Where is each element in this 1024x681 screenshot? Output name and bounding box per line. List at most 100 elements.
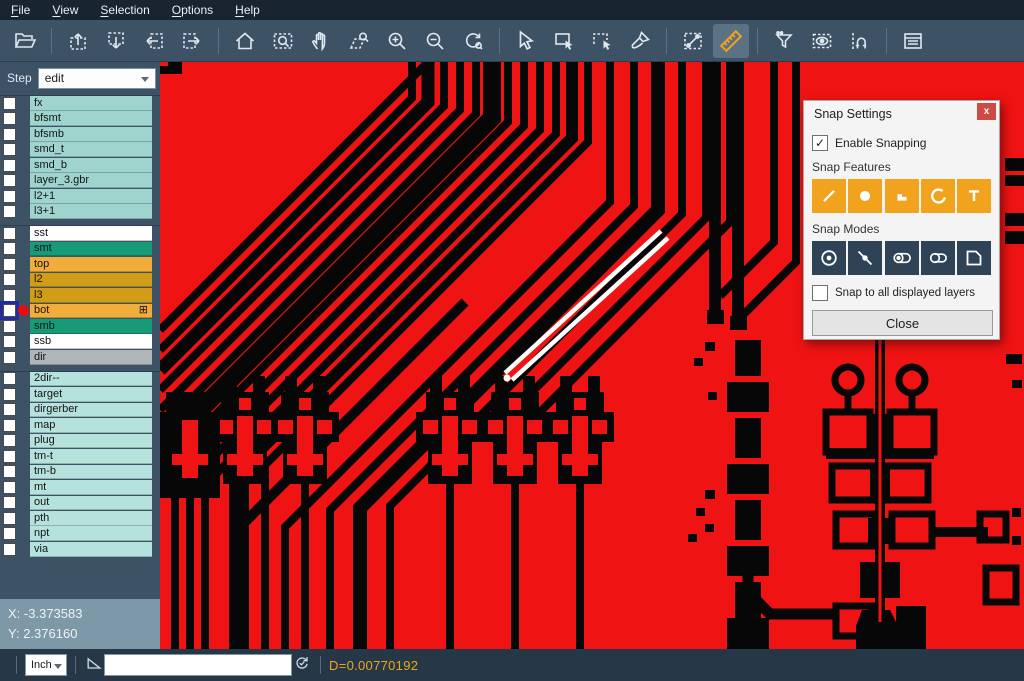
layer-visibility-checkbox[interactable]: [3, 258, 16, 271]
move-down-button[interactable]: [98, 24, 134, 58]
layer-visibility-checkbox[interactable]: [3, 403, 16, 416]
unit-select[interactable]: Inch: [25, 654, 67, 676]
layer-row-target[interactable]: target: [0, 387, 160, 402]
snap-all-layers-checkbox[interactable]: [812, 285, 828, 301]
filter-button[interactable]: [766, 24, 802, 58]
snap-mode-profile-button[interactable]: [957, 241, 991, 275]
layer-row-l2+1[interactable]: l2+1: [0, 189, 160, 204]
layer-visibility-checkbox[interactable]: [3, 97, 16, 110]
layer-row-l2[interactable]: l2: [0, 273, 160, 288]
menu-item-file[interactable]: File: [0, 0, 41, 20]
dialog-titlebar[interactable]: Snap Settings x: [804, 101, 999, 127]
snap-feature-text-button[interactable]: [957, 179, 991, 213]
layer-visibility-checkbox[interactable]: [3, 543, 16, 556]
layer-name[interactable]: fx: [30, 96, 152, 111]
move-left-button[interactable]: [136, 24, 172, 58]
pan-hand-button[interactable]: [303, 24, 339, 58]
layer-name[interactable]: dir: [30, 350, 152, 365]
layer-visibility-checkbox[interactable]: [3, 419, 16, 432]
layer-visibility-checkbox[interactable]: [3, 128, 16, 141]
move-up-button[interactable]: [60, 24, 96, 58]
layer-visibility-checkbox[interactable]: [3, 143, 16, 156]
snap-mode-pad-outline-button[interactable]: [921, 241, 955, 275]
layer-row-bfsmt[interactable]: bfsmt: [0, 111, 160, 126]
layer-visibility-checkbox[interactable]: [3, 227, 16, 240]
zoom-in-button[interactable]: [379, 24, 415, 58]
layer-name[interactable]: smd_t: [30, 142, 152, 157]
layer-name[interactable]: sst: [30, 226, 152, 241]
layer-visibility-checkbox[interactable]: [3, 372, 16, 385]
layer-row-smd_t[interactable]: smd_t: [0, 142, 160, 157]
layer-visibility-checkbox[interactable]: [3, 465, 16, 478]
enable-snapping-row[interactable]: ✓ Enable Snapping: [812, 135, 991, 151]
layer-visibility-checkbox[interactable]: [3, 351, 16, 364]
select-arrow-button[interactable]: [508, 24, 544, 58]
layer-name[interactable]: bot⊞: [30, 304, 152, 319]
layer-row-via[interactable]: via: [0, 542, 160, 557]
layer-row-sst[interactable]: sst: [0, 226, 160, 241]
layer-visibility-checkbox[interactable]: [3, 273, 16, 286]
layer-row-dir[interactable]: dir: [0, 350, 160, 365]
move-right-button[interactable]: [174, 24, 210, 58]
layer-visibility-checkbox[interactable]: [3, 527, 16, 540]
clean-selection-button[interactable]: [622, 24, 658, 58]
enable-snapping-checkbox[interactable]: ✓: [812, 135, 828, 151]
layer-visibility-checkbox[interactable]: [3, 388, 16, 401]
layer-row-bfsmb[interactable]: bfsmb: [0, 127, 160, 142]
layer-visibility-checkbox[interactable]: [3, 450, 16, 463]
layer-row-out[interactable]: out: [0, 496, 160, 511]
layer-panel-button[interactable]: [895, 24, 931, 58]
layer-visibility-checkbox[interactable]: [3, 174, 16, 187]
layer-row-smd_b[interactable]: smd_b: [0, 158, 160, 173]
select-polygon-button[interactable]: [584, 24, 620, 58]
zoom-home-button[interactable]: [227, 24, 263, 58]
layer-grid-icon[interactable]: ⊞: [139, 305, 148, 315]
layer-row-layer_3.gbr[interactable]: layer_3.gbr: [0, 173, 160, 188]
snap-feature-arc-button[interactable]: [921, 179, 955, 213]
layer-row-pth[interactable]: pth: [0, 511, 160, 526]
angle-tool-icon[interactable]: [84, 653, 104, 678]
layer-name[interactable]: mt: [30, 480, 152, 495]
snap-settings-button[interactable]: [842, 24, 878, 58]
layer-row-2dir--[interactable]: 2dir--: [0, 372, 160, 387]
layer-name[interactable]: l2: [30, 273, 152, 288]
layer-visibility-checkbox[interactable]: [3, 481, 16, 494]
close-button[interactable]: Close: [812, 310, 993, 336]
layer-row-dirgerber[interactable]: dirgerber: [0, 403, 160, 418]
layer-visibility-checkbox[interactable]: [3, 512, 16, 525]
view-options-button[interactable]: [804, 24, 840, 58]
layer-visibility-checkbox[interactable]: [3, 289, 16, 302]
layer-name[interactable]: via: [30, 542, 152, 557]
layer-visibility-checkbox[interactable]: [3, 242, 16, 255]
layer-name[interactable]: bfsmt: [30, 111, 152, 126]
snap-mode-midpoint-button[interactable]: [848, 241, 882, 275]
layer-name[interactable]: bfsmb: [30, 127, 152, 142]
layer-name[interactable]: top: [30, 257, 152, 272]
layer-row-tm-t[interactable]: tm-t: [0, 449, 160, 464]
menu-item-selection[interactable]: Selection: [89, 0, 160, 20]
zoom-out-button[interactable]: [417, 24, 453, 58]
step-select[interactable]: edit: [38, 68, 156, 89]
layer-row-l3+1[interactable]: l3+1: [0, 204, 160, 219]
layer-row-fx[interactable]: fx: [0, 96, 160, 111]
layer-row-mt[interactable]: mt: [0, 480, 160, 495]
layer-name[interactable]: target: [30, 387, 152, 402]
layer-name[interactable]: plug: [30, 434, 152, 449]
layer-name[interactable]: npt: [30, 526, 152, 541]
layer-visibility-checkbox[interactable]: [3, 190, 16, 203]
zoom-window-button[interactable]: [265, 24, 301, 58]
snap-feature-line-button[interactable]: [812, 179, 846, 213]
layer-name[interactable]: out: [30, 496, 152, 511]
layer-visibility-checkbox[interactable]: [3, 320, 16, 333]
layer-name[interactable]: smb: [30, 319, 152, 334]
layer-row-smt[interactable]: smt: [0, 242, 160, 257]
layer-name[interactable]: pth: [30, 511, 152, 526]
layer-name[interactable]: smd_b: [30, 158, 152, 173]
layer-row-npt[interactable]: npt: [0, 526, 160, 541]
layer-name[interactable]: tm-t: [30, 449, 152, 464]
snap-feature-pad-button[interactable]: [848, 179, 882, 213]
menu-item-view[interactable]: View: [41, 0, 89, 20]
layer-row-tm-b[interactable]: tm-b: [0, 465, 160, 480]
zoom-previous-button[interactable]: [455, 24, 491, 58]
layer-visibility-checkbox[interactable]: [3, 205, 16, 218]
